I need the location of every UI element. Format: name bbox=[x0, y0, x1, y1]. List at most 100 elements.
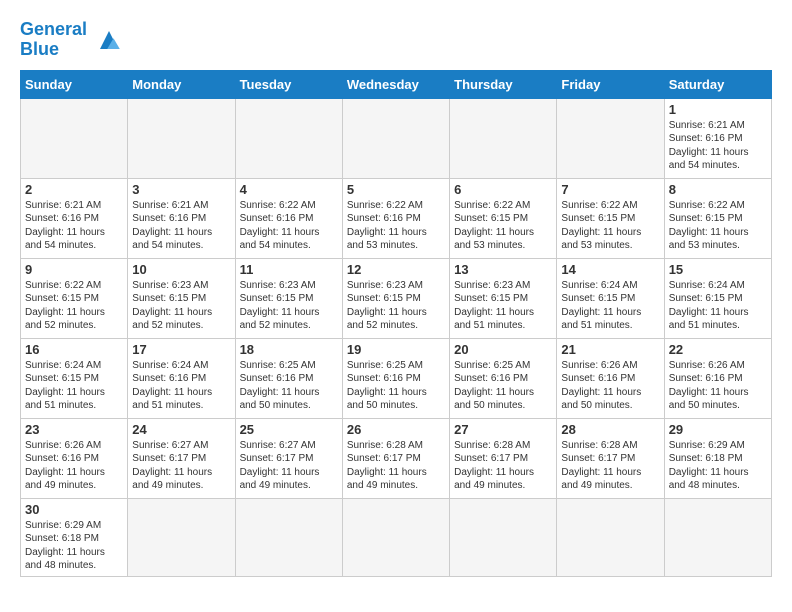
day-number: 30 bbox=[25, 502, 123, 517]
calendar-cell: 17 Sunrise: 6:24 AM Sunset: 6:16 PM Dayli… bbox=[128, 338, 235, 418]
day-number: 28 bbox=[561, 422, 659, 437]
day-info: Sunrise: 6:25 AM Sunset: 6:16 PM Dayligh… bbox=[454, 359, 552, 413]
calendar-header-row: SundayMondayTuesdayWednesdayThursdayFrid… bbox=[21, 70, 772, 98]
day-info: Sunrise: 6:22 AM Sunset: 6:15 PM Dayligh… bbox=[561, 199, 659, 253]
day-info: Sunrise: 6:26 AM Sunset: 6:16 PM Dayligh… bbox=[669, 359, 767, 413]
calendar-cell: 14Sunrise: 6:24 AM Sunset: 6:15 PM Dayli… bbox=[557, 258, 664, 338]
day-number: 2 bbox=[25, 182, 123, 197]
calendar-cell: 8Sunrise: 6:22 AM Sunset: 6:15 PM Daylig… bbox=[664, 178, 771, 258]
calendar-weekday-thursday: Thursday bbox=[450, 70, 557, 98]
day-number: 19 bbox=[347, 342, 445, 357]
day-info: Sunrise: 6:27 AM Sunset: 6:17 PM Dayligh… bbox=[240, 439, 338, 493]
calendar-cell: 15 Sunrise: 6:24 AM Sunset: 6:15 PM Dayli… bbox=[664, 258, 771, 338]
day-info: Sunrise: 6:21 AM Sunset: 6:16 PM Dayligh… bbox=[669, 119, 767, 173]
day-info: Sunrise: 6:24 AM Sunset: 6:15 PM Dayligh… bbox=[669, 279, 767, 333]
calendar-week-row: 1 Sunrise: 6:21 AM Sunset: 6:16 PM Daylig… bbox=[21, 98, 772, 178]
day-number: 10 bbox=[132, 262, 230, 277]
calendar-cell: 24 Sunrise: 6:27 AM Sunset: 6:17 PM Dayli… bbox=[128, 418, 235, 498]
day-info: Sunrise: 6:25 AM Sunset: 6:16 PM Dayligh… bbox=[240, 359, 338, 413]
logo-icon bbox=[91, 22, 127, 58]
logo-text: General Blue bbox=[20, 20, 87, 60]
calendar-cell bbox=[557, 498, 664, 576]
calendar-cell: 2 Sunrise: 6:21 AM Sunset: 6:16 PM Daylig… bbox=[21, 178, 128, 258]
day-number: 25 bbox=[240, 422, 338, 437]
day-info: Sunrise: 6:29 AM Sunset: 6:18 PM Dayligh… bbox=[669, 439, 767, 493]
calendar-weekday-monday: Monday bbox=[128, 70, 235, 98]
calendar-cell: 29 Sunrise: 6:29 AM Sunset: 6:18 PM Dayli… bbox=[664, 418, 771, 498]
day-info: Sunrise: 6:27 AM Sunset: 6:17 PM Dayligh… bbox=[132, 439, 230, 493]
day-number: 22 bbox=[669, 342, 767, 357]
calendar-weekday-saturday: Saturday bbox=[664, 70, 771, 98]
day-info: Sunrise: 6:21 AM Sunset: 6:16 PM Dayligh… bbox=[132, 199, 230, 253]
day-number: 6 bbox=[454, 182, 552, 197]
day-info: Sunrise: 6:24 AM Sunset: 6:16 PM Dayligh… bbox=[132, 359, 230, 413]
day-number: 7 bbox=[561, 182, 659, 197]
calendar-cell: 20Sunrise: 6:25 AM Sunset: 6:16 PM Dayli… bbox=[450, 338, 557, 418]
day-number: 26 bbox=[347, 422, 445, 437]
day-number: 18 bbox=[240, 342, 338, 357]
calendar-weekday-tuesday: Tuesday bbox=[235, 70, 342, 98]
day-number: 15 bbox=[669, 262, 767, 277]
calendar-cell: 3Sunrise: 6:21 AM Sunset: 6:16 PM Daylig… bbox=[128, 178, 235, 258]
calendar-cell: 12 Sunrise: 6:23 AM Sunset: 6:15 PM Dayli… bbox=[342, 258, 449, 338]
calendar-cell bbox=[21, 98, 128, 178]
calendar-cell: 5 Sunrise: 6:22 AM Sunset: 6:16 PM Daylig… bbox=[342, 178, 449, 258]
day-number: 17 bbox=[132, 342, 230, 357]
day-info: Sunrise: 6:26 AM Sunset: 6:16 PM Dayligh… bbox=[25, 439, 123, 493]
calendar-cell: 11Sunrise: 6:23 AM Sunset: 6:15 PM Dayli… bbox=[235, 258, 342, 338]
day-info: Sunrise: 6:22 AM Sunset: 6:16 PM Dayligh… bbox=[347, 199, 445, 253]
day-info: Sunrise: 6:22 AM Sunset: 6:15 PM Dayligh… bbox=[669, 199, 767, 253]
calendar-cell: 7 Sunrise: 6:22 AM Sunset: 6:15 PM Daylig… bbox=[557, 178, 664, 258]
calendar-cell bbox=[342, 498, 449, 576]
day-info: Sunrise: 6:23 AM Sunset: 6:15 PM Dayligh… bbox=[240, 279, 338, 333]
logo-general: General bbox=[20, 19, 87, 39]
calendar-cell: 1 Sunrise: 6:21 AM Sunset: 6:16 PM Daylig… bbox=[664, 98, 771, 178]
day-info: Sunrise: 6:23 AM Sunset: 6:15 PM Dayligh… bbox=[347, 279, 445, 333]
day-info: Sunrise: 6:26 AM Sunset: 6:16 PM Dayligh… bbox=[561, 359, 659, 413]
day-number: 9 bbox=[25, 262, 123, 277]
logo: General Blue bbox=[20, 20, 127, 60]
calendar-cell: 27Sunrise: 6:28 AM Sunset: 6:17 PM Dayli… bbox=[450, 418, 557, 498]
calendar-week-row: 16Sunrise: 6:24 AM Sunset: 6:15 PM Dayli… bbox=[21, 338, 772, 418]
day-number: 27 bbox=[454, 422, 552, 437]
calendar-cell: 4 Sunrise: 6:22 AM Sunset: 6:16 PM Daylig… bbox=[235, 178, 342, 258]
calendar-cell: 13Sunrise: 6:23 AM Sunset: 6:15 PM Dayli… bbox=[450, 258, 557, 338]
calendar-cell bbox=[557, 98, 664, 178]
calendar-cell bbox=[342, 98, 449, 178]
calendar-cell: 19Sunrise: 6:25 AM Sunset: 6:16 PM Dayli… bbox=[342, 338, 449, 418]
day-info: Sunrise: 6:24 AM Sunset: 6:15 PM Dayligh… bbox=[561, 279, 659, 333]
day-info: Sunrise: 6:22 AM Sunset: 6:15 PM Dayligh… bbox=[454, 199, 552, 253]
calendar-cell: 23Sunrise: 6:26 AM Sunset: 6:16 PM Dayli… bbox=[21, 418, 128, 498]
calendar-cell: 28 Sunrise: 6:28 AM Sunset: 6:17 PM Dayli… bbox=[557, 418, 664, 498]
calendar-cell: 18 Sunrise: 6:25 AM Sunset: 6:16 PM Dayli… bbox=[235, 338, 342, 418]
calendar-cell: 9 Sunrise: 6:22 AM Sunset: 6:15 PM Daylig… bbox=[21, 258, 128, 338]
day-info: Sunrise: 6:23 AM Sunset: 6:15 PM Dayligh… bbox=[454, 279, 552, 333]
day-number: 1 bbox=[669, 102, 767, 117]
calendar-cell bbox=[128, 98, 235, 178]
calendar-week-row: 23Sunrise: 6:26 AM Sunset: 6:16 PM Dayli… bbox=[21, 418, 772, 498]
day-info: Sunrise: 6:21 AM Sunset: 6:16 PM Dayligh… bbox=[25, 199, 123, 253]
calendar-cell bbox=[450, 498, 557, 576]
day-info: Sunrise: 6:22 AM Sunset: 6:15 PM Dayligh… bbox=[25, 279, 123, 333]
calendar-cell: 16Sunrise: 6:24 AM Sunset: 6:15 PM Dayli… bbox=[21, 338, 128, 418]
calendar-cell: 26 Sunrise: 6:28 AM Sunset: 6:17 PM Dayli… bbox=[342, 418, 449, 498]
day-number: 4 bbox=[240, 182, 338, 197]
calendar-cell: 25 Sunrise: 6:27 AM Sunset: 6:17 PM Dayli… bbox=[235, 418, 342, 498]
day-number: 12 bbox=[347, 262, 445, 277]
day-info: Sunrise: 6:28 AM Sunset: 6:17 PM Dayligh… bbox=[561, 439, 659, 493]
day-info: Sunrise: 6:28 AM Sunset: 6:17 PM Dayligh… bbox=[347, 439, 445, 493]
calendar-cell bbox=[235, 498, 342, 576]
day-number: 24 bbox=[132, 422, 230, 437]
calendar-cell bbox=[235, 98, 342, 178]
day-number: 29 bbox=[669, 422, 767, 437]
day-number: 5 bbox=[347, 182, 445, 197]
day-info: Sunrise: 6:22 AM Sunset: 6:16 PM Dayligh… bbox=[240, 199, 338, 253]
calendar-cell bbox=[450, 98, 557, 178]
logo-blue: Blue bbox=[20, 39, 59, 59]
calendar-cell: 30 Sunrise: 6:29 AM Sunset: 6:18 PM Dayli… bbox=[21, 498, 128, 576]
calendar-week-row: 2 Sunrise: 6:21 AM Sunset: 6:16 PM Daylig… bbox=[21, 178, 772, 258]
day-info: Sunrise: 6:29 AM Sunset: 6:18 PM Dayligh… bbox=[25, 519, 123, 573]
calendar-cell bbox=[128, 498, 235, 576]
day-number: 16 bbox=[25, 342, 123, 357]
calendar-cell: 22 Sunrise: 6:26 AM Sunset: 6:16 PM Dayli… bbox=[664, 338, 771, 418]
